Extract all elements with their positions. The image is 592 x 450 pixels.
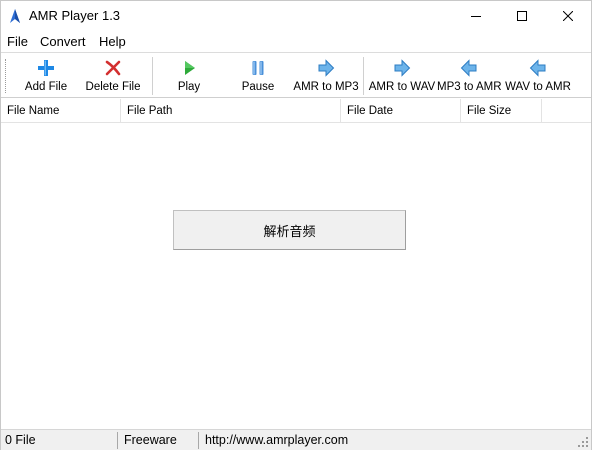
maximize-button[interactable] — [499, 1, 545, 31]
arrow-right-icon — [394, 59, 411, 77]
close-button[interactable] — [545, 1, 591, 31]
play-label: Play — [177, 81, 201, 93]
menu-help[interactable]: Help — [99, 34, 126, 49]
pause-button[interactable]: Pause — [229, 55, 287, 97]
amr-to-wav-label: AMR to WAV — [368, 81, 436, 93]
close-icon — [563, 11, 573, 21]
column-header-file-size[interactable]: File Size — [461, 99, 542, 123]
pause-icon — [252, 61, 264, 75]
window-title: AMR Player 1.3 — [29, 8, 121, 23]
title-bar[interactable]: AMR Player 1.3 — [1, 1, 591, 31]
maximize-icon — [517, 11, 527, 21]
arrow-left-icon — [460, 59, 477, 77]
menu-convert[interactable]: Convert — [40, 34, 86, 49]
red-x-icon — [105, 60, 121, 76]
play-icon — [185, 61, 195, 75]
amr-player-app-icon — [10, 9, 20, 23]
parse-audio-button[interactable]: 解析音频 — [173, 210, 406, 250]
arrow-left-icon — [529, 59, 546, 77]
toolbar-separator — [152, 57, 153, 95]
plus-icon — [38, 60, 54, 76]
status-url: http://www.amrplayer.com — [205, 433, 349, 447]
delete-file-label: Delete File — [85, 81, 141, 93]
app-window: AMR Player 1.3 File Convert Help Add Fil… — [0, 0, 592, 450]
file-list-header: File Name File Path File Date File Size — [1, 99, 591, 123]
amr-to-mp3-button[interactable]: AMR to MP3 — [293, 55, 359, 97]
wav-to-amr-button[interactable]: WAV to AMR — [504, 55, 572, 97]
toolbar-separator — [363, 57, 364, 95]
status-bar: 0 File Freeware http://www.amrplayer.com — [1, 429, 591, 450]
delete-file-button[interactable]: Delete File — [81, 55, 145, 97]
minimize-button[interactable] — [453, 1, 499, 31]
wav-to-amr-label: WAV to AMR — [505, 81, 571, 93]
column-header-file-name[interactable]: File Name — [1, 99, 121, 123]
mp3-to-amr-label: MP3 to AMR — [437, 81, 502, 93]
menu-bar: File Convert Help — [1, 31, 591, 51]
resize-grip-icon[interactable] — [577, 436, 589, 448]
amr-to-wav-button[interactable]: AMR to WAV — [367, 55, 437, 97]
play-button[interactable]: Play — [161, 55, 217, 97]
file-list[interactable] — [1, 123, 591, 428]
pause-label: Pause — [241, 81, 275, 93]
column-header-file-path[interactable]: File Path — [121, 99, 341, 123]
mp3-to-amr-button[interactable]: MP3 to AMR — [437, 55, 502, 97]
amr-to-mp3-label: AMR to MP3 — [293, 81, 359, 93]
add-file-button[interactable]: Add File — [15, 55, 77, 97]
minimize-icon — [471, 16, 481, 17]
column-header-file-date[interactable]: File Date — [341, 99, 461, 123]
status-file-count: 0 File — [1, 432, 118, 449]
toolbar: Add File Delete File Play Pause AMR to M… — [1, 52, 591, 98]
arrow-right-icon — [318, 59, 335, 77]
menu-file[interactable]: File — [7, 34, 28, 49]
status-license: Freeware — [120, 432, 199, 449]
add-file-label: Add File — [24, 81, 68, 93]
toolbar-grip[interactable] — [5, 59, 7, 93]
